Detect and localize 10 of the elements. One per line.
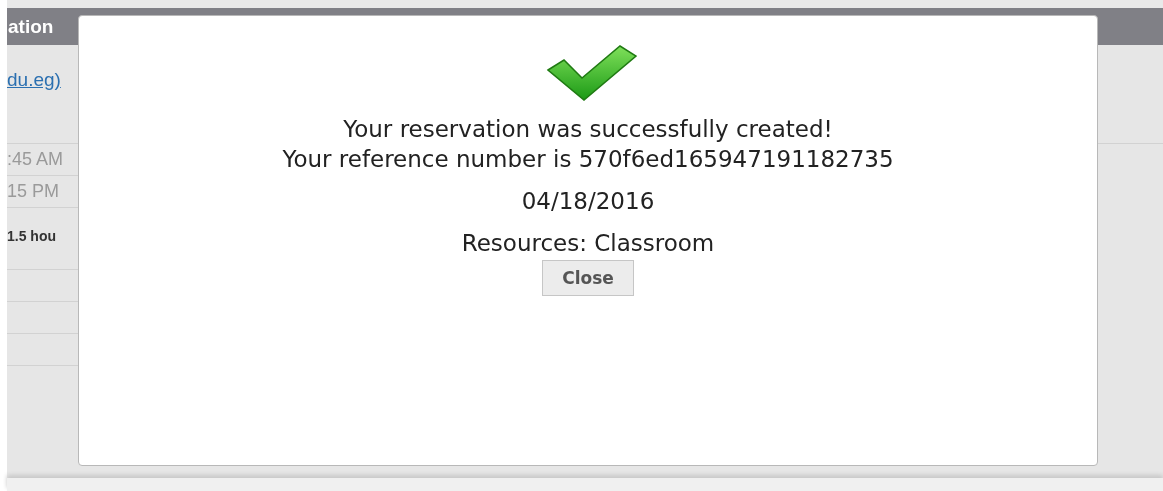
date-text: 04/18/2016 [521,187,655,216]
time-text: 15 PM [7,181,60,202]
duration-text: 1.5 hou [7,228,56,244]
time-text: :45 AM [7,149,64,170]
panel-title: ation [7,15,54,38]
email-link[interactable]: du.eg) [7,69,61,90]
resources-text: Resources: Classroom [461,229,715,258]
message-text: Your reservation was successfully created! [342,115,834,144]
close-button[interactable]: Close [542,260,634,296]
message-text: Your reference number is 570f6ed165947191182735 [282,145,894,174]
